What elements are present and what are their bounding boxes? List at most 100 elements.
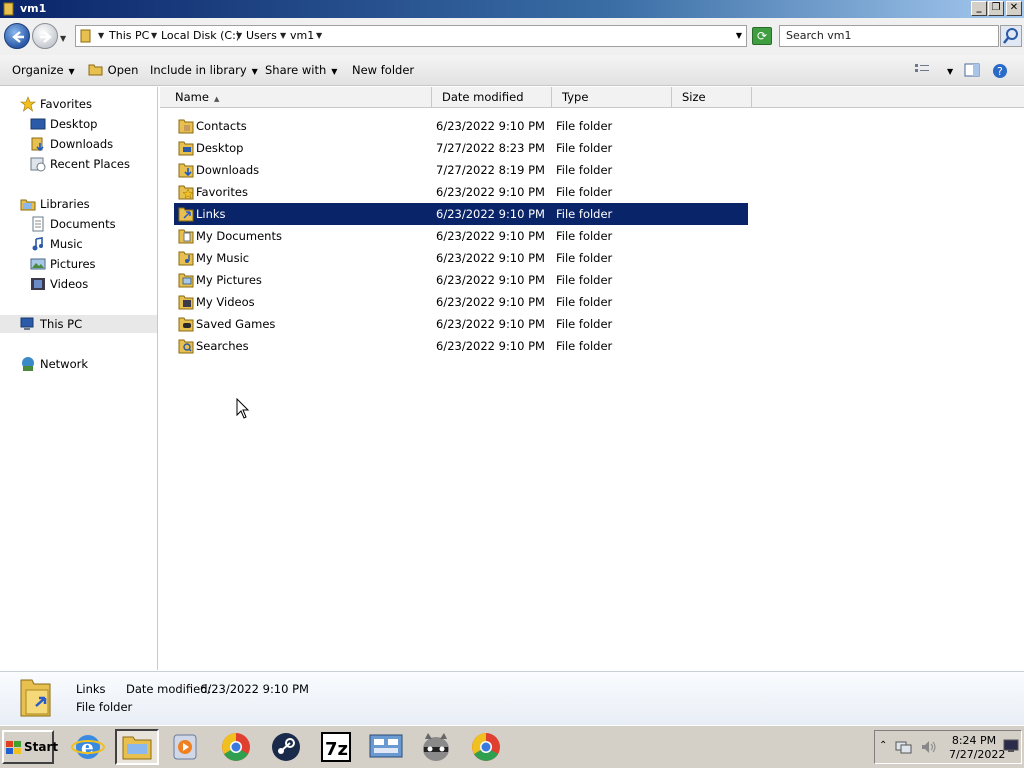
- taskbar-control-panel[interactable]: [364, 729, 408, 765]
- forward-button[interactable]: [32, 23, 58, 49]
- file-row-searches[interactable]: Searches 6/23/2022 9:10 PM File folder: [174, 335, 748, 357]
- nav-desktop[interactable]: Desktop: [30, 115, 150, 133]
- close-button[interactable]: ✕: [1006, 1, 1022, 16]
- desktop-icon: [30, 118, 46, 130]
- nav-pictures[interactable]: Pictures: [30, 255, 150, 273]
- nav-network[interactable]: Network: [20, 355, 150, 373]
- file-date-modified: 6/23/2022 9:10 PM: [436, 207, 545, 221]
- breadcrumb-arrow[interactable]: ▼: [151, 31, 157, 40]
- nav-recent-places[interactable]: Recent Places: [30, 155, 150, 173]
- folder-icon: [178, 119, 194, 134]
- folder-icon: [178, 317, 194, 332]
- command-bar: Organize ▼ Open Include in library ▼ Share…: [0, 55, 1024, 86]
- title-bar[interactable]: vm1 _ ❐ ✕: [0, 0, 1024, 18]
- network-icon: [22, 357, 34, 371]
- column-type[interactable]: Type: [552, 87, 672, 108]
- file-name: Links: [196, 207, 226, 221]
- nav-documents[interactable]: Documents: [30, 215, 150, 233]
- column-size[interactable]: Size: [672, 87, 752, 108]
- refresh-button[interactable]: ⟳: [752, 27, 772, 45]
- file-row-downloads[interactable]: Downloads 7/27/2022 8:19 PM File folder: [174, 159, 748, 181]
- file-row-links[interactable]: Links 6/23/2022 9:10 PM File folder: [174, 203, 748, 225]
- minimize-button[interactable]: _: [971, 1, 987, 16]
- breadcrumb-arrow[interactable]: ▼: [280, 31, 286, 40]
- restore-button[interactable]: ❐: [988, 1, 1004, 16]
- nav-libraries[interactable]: Libraries: [20, 195, 150, 213]
- taskbar: Start e 7z ⌃ 8:24 PM 7/27/2022: [0, 725, 1024, 768]
- file-type: File folder: [556, 119, 613, 133]
- breadcrumb-arrow[interactable]: ▼: [316, 31, 322, 40]
- recent-pages-dropdown[interactable]: ▼: [60, 34, 66, 43]
- action-center-icon[interactable]: [1003, 739, 1019, 753]
- taskbar-media-player[interactable]: [164, 729, 208, 765]
- start-button[interactable]: Start: [2, 730, 58, 764]
- search-input[interactable]: Search vm1: [779, 25, 999, 47]
- breadcrumb-users[interactable]: Users: [246, 29, 277, 42]
- breadcrumb-arrow[interactable]: ▼: [236, 31, 242, 40]
- folder-icon: [178, 339, 194, 354]
- file-row-my-videos[interactable]: My Videos 6/23/2022 9:10 PM File folder: [174, 291, 748, 313]
- taskbar-steam[interactable]: [264, 729, 308, 765]
- show-hidden-icons-button[interactable]: ⌃: [879, 740, 887, 751]
- column-date-modified[interactable]: Date modified: [432, 87, 552, 108]
- volume-icon[interactable]: [920, 739, 938, 755]
- file-row-my-music[interactable]: My Music 6/23/2022 9:10 PM File folder: [174, 247, 748, 269]
- file-row-desktop[interactable]: Desktop 7/27/2022 8:23 PM File folder: [174, 137, 748, 159]
- file-date-modified: 7/27/2022 8:19 PM: [436, 163, 545, 177]
- taskbar-file-explorer[interactable]: [115, 729, 159, 765]
- folder-icon: [178, 141, 194, 156]
- taskbar-internet-explorer[interactable]: e: [66, 729, 110, 765]
- breadcrumb-this-pc[interactable]: This PC: [109, 29, 149, 42]
- new-folder-button[interactable]: New folder: [352, 63, 414, 77]
- file-date-modified: 6/23/2022 9:10 PM: [436, 119, 545, 133]
- preview-pane-button[interactable]: [964, 63, 980, 80]
- open-folder-icon: [88, 64, 103, 76]
- raccoon-app-icon: [423, 733, 449, 761]
- file-row-my-pictures[interactable]: My Pictures 6/23/2022 9:10 PM File folder: [174, 269, 748, 291]
- address-dropdown[interactable]: ▼: [736, 31, 742, 40]
- address-bar[interactable]: ▼ This PC ▼ Local Disk (C:) ▼ Users ▼ vm…: [75, 25, 747, 47]
- file-date-modified: 7/27/2022 8:23 PM: [436, 141, 545, 155]
- nav-downloads[interactable]: Downloads: [30, 135, 150, 153]
- svg-text:7z: 7z: [325, 739, 348, 760]
- file-row-saved-games[interactable]: Saved Games 6/23/2022 9:10 PM File folder: [174, 313, 748, 335]
- breadcrumb-arrow[interactable]: ▼: [98, 31, 104, 40]
- file-date-modified: 6/23/2022 9:10 PM: [436, 339, 545, 353]
- file-row-my-documents[interactable]: My Documents 6/23/2022 9:10 PM File folder: [174, 225, 748, 247]
- taskbar-chrome[interactable]: [214, 729, 258, 765]
- breadcrumb-vm1[interactable]: vm1: [290, 29, 314, 42]
- taskbar-7zip[interactable]: 7z: [314, 729, 358, 765]
- back-button[interactable]: [4, 23, 30, 49]
- share-with-menu[interactable]: Share with ▼: [265, 63, 337, 77]
- breadcrumb-local-disk[interactable]: Local Disk (C:): [161, 29, 240, 42]
- media-player-icon: [173, 734, 197, 760]
- help-button[interactable]: ?: [992, 63, 1008, 82]
- nav-this-pc[interactable]: This PC: [0, 315, 157, 333]
- view-dropdown[interactable]: ▼: [942, 63, 953, 77]
- file-row-contacts[interactable]: Contacts 6/23/2022 9:10 PM File folder: [174, 115, 748, 137]
- column-name[interactable]: Name ▲: [165, 87, 432, 108]
- nav-favorites[interactable]: Favorites: [20, 95, 150, 113]
- file-row-favorites[interactable]: Favorites 6/23/2022 9:10 PM File folder: [174, 181, 748, 203]
- include-in-library-menu[interactable]: Include in library ▼: [150, 63, 258, 77]
- mouse-cursor-icon: [236, 398, 250, 419]
- details-view-icon: [915, 64, 929, 72]
- nav-music[interactable]: Music: [30, 235, 150, 253]
- open-button[interactable]: Open: [88, 63, 138, 77]
- details-date-value: 6/23/2022 9:10 PM: [200, 682, 309, 696]
- videos-icon: [31, 278, 45, 290]
- folder-icon: [178, 207, 194, 222]
- search-button[interactable]: [1000, 25, 1022, 47]
- organize-menu[interactable]: Organize ▼: [12, 63, 75, 77]
- nav-videos[interactable]: Videos: [30, 275, 150, 293]
- file-name: Desktop: [196, 141, 244, 155]
- window-title: vm1: [20, 2, 47, 15]
- pictures-icon: [30, 258, 46, 270]
- view-options-button[interactable]: [914, 63, 930, 79]
- taskbar-raccoon-app[interactable]: [414, 729, 458, 765]
- taskbar-chrome-2[interactable]: [464, 729, 508, 765]
- file-name: My Pictures: [196, 273, 262, 287]
- clock[interactable]: 8:24 PM 7/27/2022: [949, 734, 1005, 762]
- network-status-icon[interactable]: [895, 739, 913, 755]
- folder-icon: [178, 251, 194, 266]
